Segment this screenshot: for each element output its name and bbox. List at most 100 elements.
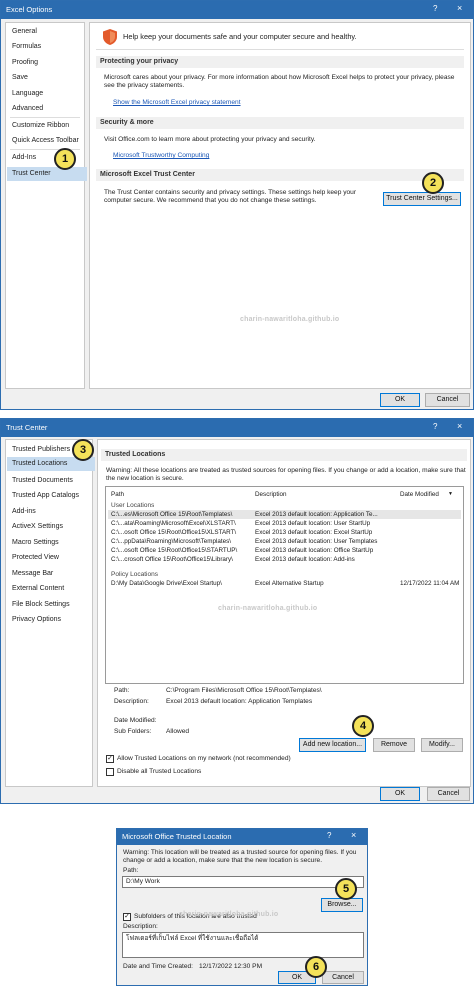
help-button[interactable]: ? — [433, 422, 437, 431]
nav-item-customize-ribbon[interactable]: Customize Ribbon — [12, 122, 69, 129]
trust-center-nav-pane: Trusted Publishers Trusted Locations Tru… — [5, 439, 95, 787]
sort-desc-icon: ▼ — [448, 491, 453, 497]
nav-item-add-ins[interactable]: Add-ins — [12, 508, 36, 515]
security-text: Visit Office.com to learn more about pro… — [104, 136, 316, 143]
nav-item-macro-settings[interactable]: Macro Settings — [12, 539, 59, 546]
detail-path-label: Path: — [114, 687, 130, 694]
column-header-date-modified[interactable]: Date Modified — [400, 490, 439, 499]
column-header-description[interactable]: Description — [255, 490, 287, 499]
subfolders-checkbox[interactable]: ✓ — [123, 913, 131, 921]
group-header-user-locations: User Locations — [108, 501, 461, 510]
privacy-section-header: Protecting your privacy — [96, 56, 464, 68]
trusted-location-dialog: Microsoft Office Trusted Location ? × Wa… — [116, 828, 368, 986]
nav-item-save[interactable]: Save — [12, 74, 28, 81]
nav-item-message-bar[interactable]: Message Bar — [12, 570, 53, 577]
table-row[interactable]: C:\...osoft Office 15\Root\Office15\STAR… — [108, 546, 461, 555]
disable-all-checkbox[interactable] — [106, 768, 114, 776]
window-title: Trust Center — [6, 423, 48, 432]
ok-button[interactable]: OK — [380, 393, 420, 407]
trusted-locations-section-header: Trusted Locations — [101, 449, 467, 461]
detail-subfolders-label: Sub Folders: — [114, 728, 152, 735]
nav-item-external-content[interactable]: External Content — [12, 585, 64, 592]
nav-item-quick-access-toolbar[interactable]: Quick Access Toolbar — [12, 137, 79, 144]
step-callout-3: 3 — [72, 439, 94, 461]
step-callout-5: 5 — [335, 878, 357, 900]
table-row[interactable]: C:\...ppData\Roaming\Microsoft\Templates… — [108, 537, 461, 546]
security-section-header: Security & more — [96, 117, 464, 129]
watermark: charin-nawaritloha.github.io — [240, 316, 340, 323]
excel-options-window: Excel Options ? × General Formulas Proof… — [0, 0, 474, 410]
allow-network-checkbox[interactable]: ✓ — [106, 755, 114, 763]
trusted-location-titlebar: Microsoft Office Trusted Location ? × — [117, 829, 367, 845]
table-row[interactable]: C:\...ata\Roaming\Microsoft\Excel\XLSTAR… — [108, 519, 461, 528]
description-input[interactable]: โฟลเดอร์ที่เก็บไฟล์ Excel ที่ใช้งานและเช… — [122, 932, 364, 958]
nav-item-privacy-options[interactable]: Privacy Options — [12, 616, 61, 623]
row-description: Excel 2013 default location: User StartU… — [255, 520, 371, 527]
nav-item-trusted-documents[interactable]: Trusted Documents — [12, 477, 73, 484]
list-header: Path Description Date Modified ▼ — [108, 490, 461, 499]
column-header-path[interactable]: Path — [111, 490, 124, 499]
nav-item-proofing[interactable]: Proofing — [12, 59, 38, 66]
window-title: Excel Options — [6, 5, 53, 14]
nav-item-file-block-settings[interactable]: File Block Settings — [12, 601, 70, 608]
modify-button[interactable]: Modify... — [421, 738, 463, 752]
close-button[interactable]: × — [351, 830, 356, 840]
ok-button[interactable]: OK — [380, 787, 420, 801]
trust-center-text: The Trust Center contains security and p… — [104, 189, 357, 204]
row-description: Excel Alternative Startup — [255, 580, 324, 587]
privacy-text: Microsoft cares about your privacy. For … — [104, 74, 455, 89]
nav-item-advanced[interactable]: Advanced — [12, 105, 43, 112]
row-description: Excel 2013 default location: Application… — [255, 511, 378, 518]
nav-item-add-ins[interactable]: Add-Ins — [12, 154, 36, 161]
add-new-location-button[interactable]: Add new location... — [299, 738, 366, 752]
detail-description-label: Description: — [114, 698, 149, 705]
browse-button[interactable]: Browse... — [321, 898, 363, 912]
group-label: Policy Locations — [111, 571, 158, 578]
nav-item-protected-view[interactable]: Protected View — [12, 554, 59, 561]
trusted-locations-list[interactable]: Path Description Date Modified ▼ User Lo… — [105, 486, 464, 684]
close-button[interactable]: × — [457, 421, 462, 431]
dialog-warning: Warning: This location will be treated a… — [123, 849, 357, 864]
row-path: C:\...ata\Roaming\Microsoft\Excel\XLSTAR… — [111, 520, 236, 527]
remove-button[interactable]: Remove — [373, 738, 415, 752]
path-label: Path: — [123, 867, 139, 874]
trusted-locations-warning: Warning: All these locations are treated… — [106, 467, 466, 482]
privacy-statement-link[interactable]: Show the Microsoft Excel privacy stateme… — [113, 99, 241, 107]
nav-item-activex-settings[interactable]: ActiveX Settings — [12, 523, 63, 530]
help-button[interactable]: ? — [327, 831, 331, 840]
watermark: charin-nawaritloha.github.io — [218, 605, 318, 612]
row-description: Excel 2013 default location: Excel Start… — [255, 529, 373, 536]
nav-item-general[interactable]: General — [12, 28, 37, 35]
nav-item-language[interactable]: Language — [12, 90, 43, 97]
detail-subfolders-value: Allowed — [166, 728, 190, 735]
table-row[interactable]: D:\My Data\Google Drive\Excel Startup\ E… — [108, 579, 461, 588]
table-row[interactable]: C:\...osoft Office 15\Root\Office15\XLST… — [108, 528, 461, 537]
row-description: Excel 2013 default location: User Templa… — [255, 538, 378, 545]
excel-options-titlebar: Excel Options ? × — [1, 1, 473, 19]
nav-item-trusted-app-catalogs[interactable]: Trusted App Catalogs — [12, 492, 79, 499]
trust-center-section-header: Microsoft Excel Trust Center — [96, 169, 464, 181]
date-created-label: Date and Time Created: — [123, 963, 194, 970]
close-button[interactable]: × — [457, 3, 462, 13]
table-row[interactable]: C:\...es\Microsoft Office 15\Root\Templa… — [108, 510, 461, 519]
trustworthy-computing-link[interactable]: Microsoft Trustworthy Computing — [113, 152, 209, 160]
row-date: 12/17/2022 11:04 AM — [400, 580, 460, 587]
path-input[interactable]: D:\My Work — [122, 876, 364, 888]
table-row[interactable]: C:\...crosoft Office 15\Root\Office15\Li… — [108, 555, 461, 564]
watermark: charin-nawaritloha.github.io — [179, 911, 279, 918]
help-button[interactable]: ? — [433, 4, 437, 13]
row-path: C:\...osoft Office 15\Root\Office15\XLST… — [111, 529, 237, 536]
cancel-button[interactable]: Cancel — [427, 787, 470, 801]
divider — [96, 49, 464, 50]
nav-item-trust-center[interactable]: Trust Center — [7, 167, 87, 181]
nav-item-trusted-publishers[interactable]: Trusted Publishers — [12, 446, 70, 453]
nav-item-formulas[interactable]: Formulas — [12, 43, 41, 50]
cancel-button[interactable]: Cancel — [425, 393, 470, 407]
date-created-value: 12/17/2022 12:30 PM — [199, 963, 263, 970]
description-label: Description: — [123, 923, 158, 930]
row-path: C:\...crosoft Office 15\Root\Office15\Li… — [111, 556, 233, 563]
trust-center-settings-button[interactable]: Trust Center Settings... — [383, 192, 461, 206]
step-callout-6: 6 — [305, 956, 327, 978]
cancel-button[interactable]: Cancel — [322, 971, 364, 984]
trust-center-titlebar: Trust Center ? × — [1, 419, 473, 437]
